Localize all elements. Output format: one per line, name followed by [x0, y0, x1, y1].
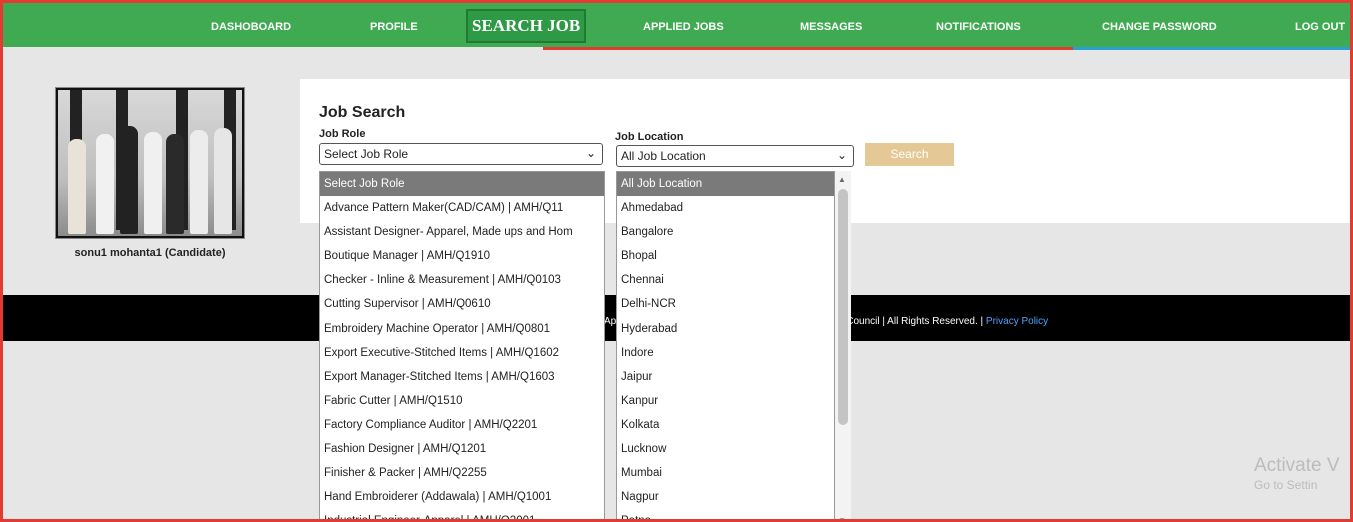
list-item[interactable]: Export Manager-Stitched Items | AMH/Q160…: [320, 365, 604, 389]
nav-notifications[interactable]: NOTIFICATIONS: [936, 21, 1021, 33]
list-item[interactable]: Assistant Designer- Apparel, Made ups an…: [320, 220, 604, 244]
job-role-label: Job Role: [319, 128, 366, 140]
page-frame: DASHOBOARD PROFILE SEARCH JOB APPLIED JO…: [0, 0, 1353, 522]
location-scrollbar[interactable]: ▲ ▼: [835, 171, 851, 519]
list-item[interactable]: Finisher & Packer | AMH/Q2255: [320, 461, 604, 485]
footer-text: ll Council | All Rights Reserved. |: [839, 316, 986, 327]
nav-change-password[interactable]: CHANGE PASSWORD: [1102, 21, 1217, 33]
list-item[interactable]: Delhi-NCR: [617, 292, 834, 316]
list-item[interactable]: Kanpur: [617, 389, 834, 413]
scroll-up-icon[interactable]: ▲: [838, 175, 846, 184]
list-item[interactable]: Patna: [617, 509, 834, 519]
list-item[interactable]: Hyderabad: [617, 317, 834, 341]
job-location-select[interactable]: All Job Location ⌄: [616, 145, 854, 167]
list-item[interactable]: Factory Compliance Auditor | AMH/Q2201: [320, 413, 604, 437]
job-role-select[interactable]: Select Job Role ⌄: [319, 143, 603, 165]
scrollbar-thumb[interactable]: [838, 189, 848, 425]
list-item[interactable]: Mumbai: [617, 461, 834, 485]
nav-underline-red: [543, 47, 1073, 50]
list-item[interactable]: Kolkata: [617, 413, 834, 437]
nav-dashboard[interactable]: DASHOBOARD: [211, 21, 291, 33]
list-item[interactable]: Bangalore: [617, 220, 834, 244]
footer-fragment: Ap: [604, 316, 617, 327]
list-item[interactable]: Select Job Role: [320, 172, 604, 197]
list-item[interactable]: Ahmedabad: [617, 196, 834, 220]
nav-messages[interactable]: MESSAGES: [800, 21, 862, 33]
activation-watermark-sub: Go to Settin: [1254, 478, 1318, 492]
nav-profile[interactable]: PROFILE: [370, 21, 418, 33]
job-role-value: Select Job Role: [324, 147, 409, 161]
nav-underline-blue: [1073, 47, 1350, 50]
list-item[interactable]: Fashion Designer | AMH/Q1201: [320, 437, 604, 461]
footer-copyright: ll Council | All Rights Reserved. | Priv…: [839, 316, 1048, 327]
list-item[interactable]: Advance Pattern Maker(CAD/CAM) | AMH/Q11: [320, 196, 604, 220]
job-location-label: Job Location: [615, 131, 684, 143]
scroll-down-icon[interactable]: ▼: [838, 516, 846, 519]
page-title: Job Search: [319, 104, 406, 121]
list-item[interactable]: Export Executive-Stitched Items | AMH/Q1…: [320, 341, 604, 365]
list-item[interactable]: Industrial Engineer-Apparel | AMH/Q2001: [320, 509, 604, 519]
search-button[interactable]: Search: [865, 143, 954, 166]
list-item[interactable]: Embroidery Machine Operator | AMH/Q0801: [320, 317, 604, 341]
list-item[interactable]: Boutique Manager | AMH/Q1910: [320, 244, 604, 268]
activation-watermark: Activate V: [1254, 455, 1340, 476]
list-item[interactable]: All Job Location: [617, 172, 834, 197]
job-location-dropdown[interactable]: All Job Location Ahmedabad Bangalore Bho…: [616, 171, 835, 519]
privacy-policy-link[interactable]: Privacy Policy: [986, 316, 1048, 327]
list-item[interactable]: Bhopal: [617, 244, 834, 268]
profile-caption: sonu1 mohanta1 (Candidate): [74, 247, 226, 259]
list-item[interactable]: Lucknow: [617, 437, 834, 461]
list-item[interactable]: Cutting Supervisor | AMH/Q0610: [320, 292, 604, 316]
chevron-down-icon: ⌄: [585, 146, 596, 160]
list-item[interactable]: Nagpur: [617, 485, 834, 509]
nav-log-out[interactable]: LOG OUT: [1295, 21, 1345, 33]
profile-photo: [55, 87, 245, 239]
nav-search-job[interactable]: SEARCH JOB: [466, 9, 587, 43]
list-item[interactable]: Jaipur: [617, 365, 834, 389]
job-role-dropdown[interactable]: Select Job Role Advance Pattern Maker(CA…: [319, 171, 605, 519]
list-item[interactable]: Indore: [617, 341, 834, 365]
list-item[interactable]: Fabric Cutter | AMH/Q1510: [320, 389, 604, 413]
nav-applied-jobs[interactable]: APPLIED JOBS: [643, 21, 724, 33]
job-location-value: All Job Location: [621, 149, 706, 163]
chevron-down-icon: ⌄: [836, 148, 847, 162]
top-nav: DASHOBOARD PROFILE SEARCH JOB APPLIED JO…: [3, 3, 1350, 47]
list-item[interactable]: Hand Embroiderer (Addawala) | AMH/Q1001: [320, 485, 604, 509]
list-item[interactable]: Chennai: [617, 268, 834, 292]
list-item[interactable]: Checker - Inline & Measurement | AMH/Q01…: [320, 268, 604, 292]
